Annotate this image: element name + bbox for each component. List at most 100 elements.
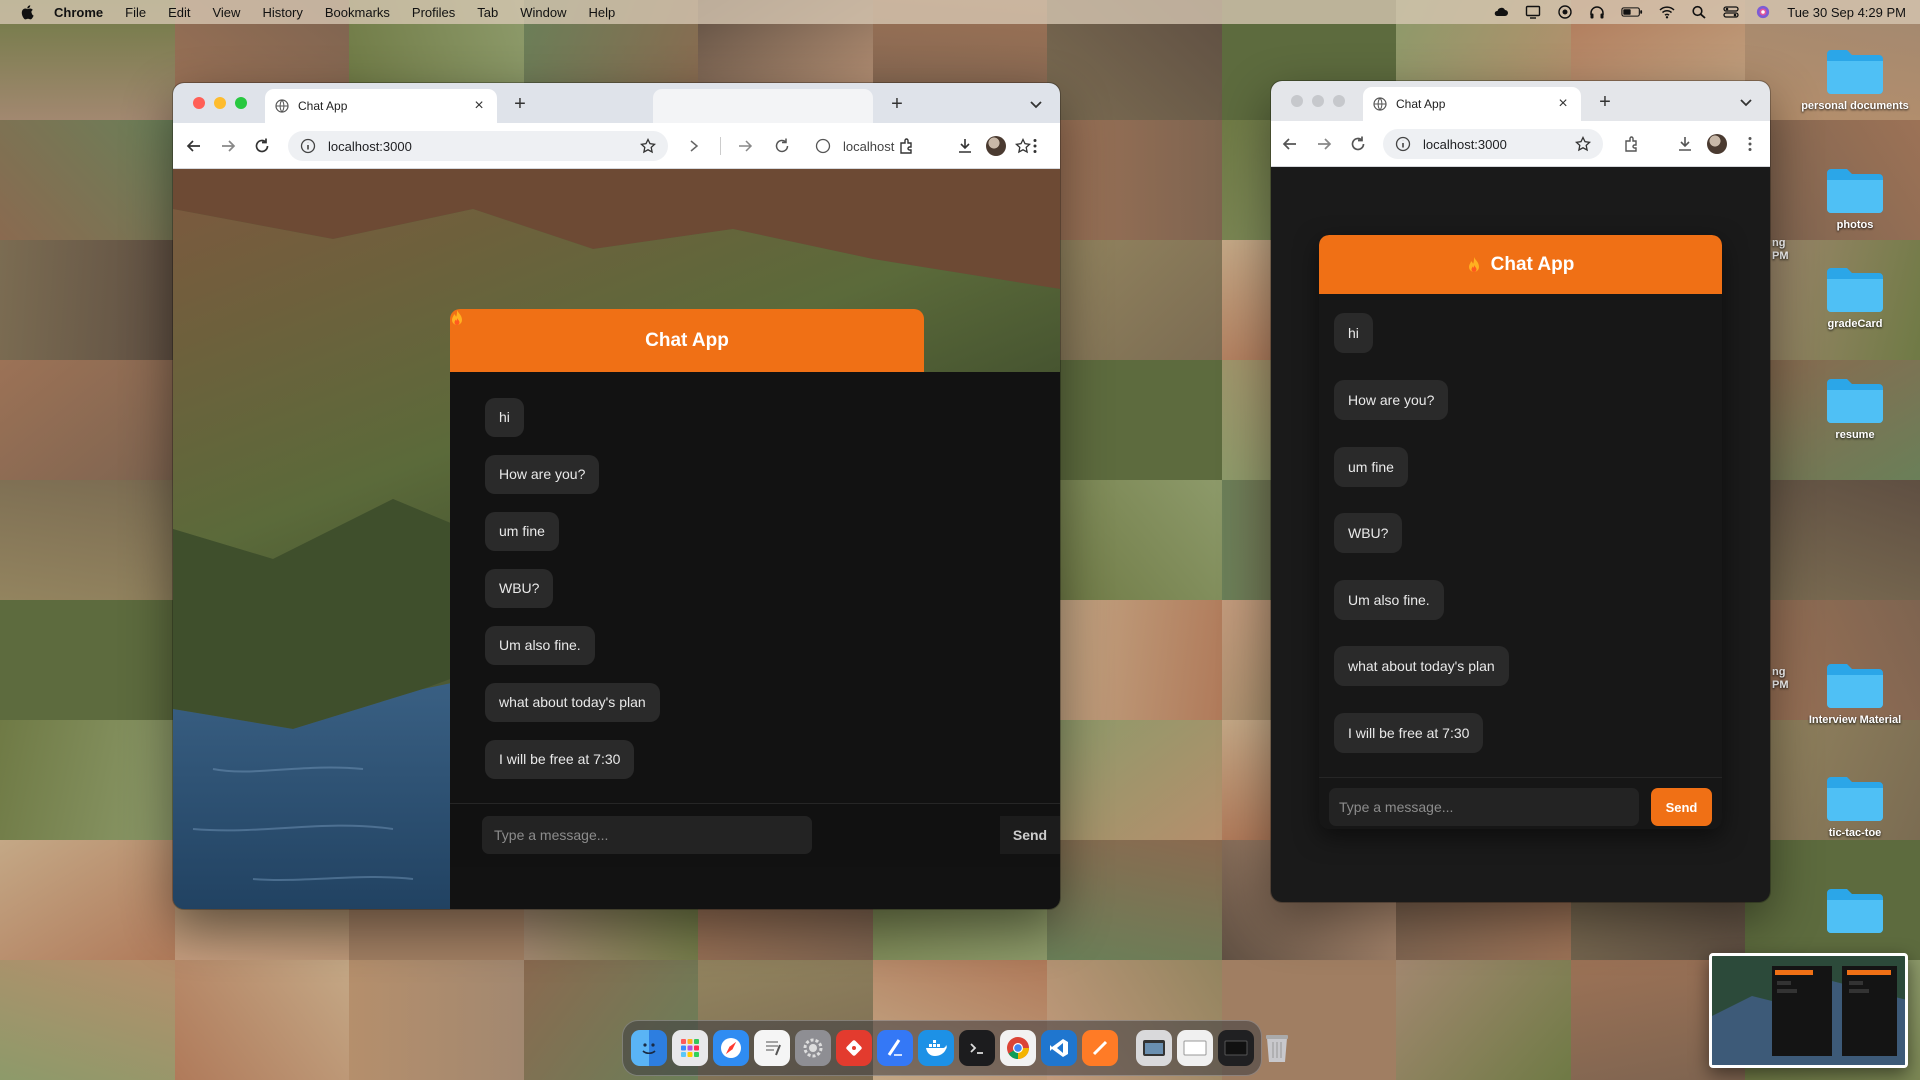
- forward-icon[interactable]: [219, 137, 237, 155]
- terminal-icon[interactable]: [959, 1030, 995, 1066]
- bookmark-star-icon[interactable]: [1575, 136, 1591, 152]
- wallpaper-tile: [1047, 120, 1222, 240]
- menu-bar-clock[interactable]: Tue 30 Sep 4:29 PM: [1787, 5, 1906, 20]
- minimize-window-button[interactable]: [214, 97, 226, 109]
- more-menu-icon[interactable]: [1741, 135, 1759, 153]
- menu-window[interactable]: Window: [520, 5, 566, 20]
- launchpad-icon[interactable]: [672, 1030, 708, 1066]
- menu-profiles[interactable]: Profiles: [412, 5, 455, 20]
- message-input[interactable]: [1329, 788, 1639, 826]
- browser-window-left: Chat App × + + localhost:3000 localhost: [173, 83, 1060, 909]
- close-tab-icon[interactable]: ×: [471, 97, 487, 115]
- desktop-folder-personal-documents[interactable]: personal documents: [1795, 46, 1915, 112]
- trash-icon[interactable]: [1259, 1030, 1295, 1066]
- download-icon[interactable]: [1676, 135, 1694, 153]
- tab-ghost[interactable]: [653, 89, 873, 123]
- siri-icon[interactable]: [1755, 5, 1771, 19]
- chevron-down-icon[interactable]: [1026, 95, 1046, 113]
- site-info-icon[interactable]: [1395, 136, 1411, 152]
- menu-bookmarks[interactable]: Bookmarks: [325, 5, 390, 20]
- cloud-icon[interactable]: [1493, 5, 1509, 19]
- close-window-button[interactable]: [1291, 95, 1303, 107]
- screen-mirror-icon[interactable]: [1525, 5, 1541, 19]
- minimize-window-button[interactable]: [1312, 95, 1324, 107]
- chat-title: Chat App: [645, 329, 729, 351]
- wallpaper-tile: [349, 960, 524, 1080]
- forward-ghost-icon[interactable]: [736, 137, 754, 155]
- address-bar-ghost[interactable]: localhost: [803, 131, 1043, 161]
- finder-icon[interactable]: [631, 1030, 667, 1066]
- battery-icon[interactable]: [1621, 5, 1643, 19]
- preview-icon[interactable]: [1136, 1030, 1172, 1066]
- close-window-button[interactable]: [193, 97, 205, 109]
- window-icon[interactable]: [1177, 1030, 1213, 1066]
- desktop-folder-unnamed[interactable]: [1795, 885, 1915, 939]
- git-icon[interactable]: [836, 1030, 872, 1066]
- back-icon[interactable]: [185, 137, 203, 155]
- more-menu-icon[interactable]: [1026, 137, 1044, 155]
- menu-file[interactable]: File: [125, 5, 146, 20]
- forward-icon[interactable]: [1315, 135, 1333, 153]
- zoom-window-button[interactable]: [1333, 95, 1345, 107]
- reload-ghost-icon[interactable]: [773, 137, 791, 155]
- control-center-icon[interactable]: [1723, 5, 1739, 19]
- desktop-folder-resume[interactable]: resume: [1795, 375, 1915, 441]
- desktop-folder-interview-material[interactable]: Interview Material: [1795, 660, 1915, 726]
- message-bubble: I will be free at 7:30: [485, 740, 635, 779]
- menu-help[interactable]: Help: [589, 5, 616, 20]
- profile-avatar[interactable]: [986, 136, 1006, 156]
- reload-icon[interactable]: [1349, 135, 1367, 153]
- record-icon[interactable]: [1557, 5, 1573, 19]
- message-input[interactable]: [482, 816, 812, 854]
- safari-icon[interactable]: [713, 1030, 749, 1066]
- send-button[interactable]: Send: [1000, 816, 1060, 854]
- site-info-icon[interactable]: [815, 138, 831, 154]
- menu-app-name[interactable]: Chrome: [54, 5, 103, 20]
- back-icon[interactable]: [1281, 135, 1299, 153]
- screenshot-thumbnail[interactable]: [1709, 953, 1908, 1068]
- textedit-icon[interactable]: [754, 1030, 790, 1066]
- menu-history[interactable]: History: [262, 5, 302, 20]
- chrome-icon[interactable]: [1000, 1030, 1036, 1066]
- apple-icon[interactable]: [20, 4, 34, 20]
- vscode-icon[interactable]: [1041, 1030, 1077, 1066]
- new-tab-button[interactable]: +: [508, 93, 532, 116]
- window-controls: [193, 97, 247, 109]
- desktop-folder-tic-tac-toe[interactable]: tic-tac-toe: [1795, 773, 1915, 839]
- desktop-folder-photos[interactable]: photos: [1795, 165, 1915, 231]
- new-tab-button[interactable]: +: [885, 93, 909, 116]
- reload-icon[interactable]: [253, 137, 271, 155]
- download-icon[interactable]: [956, 137, 974, 155]
- extensions-icon[interactable]: [898, 137, 916, 155]
- docker-icon[interactable]: [918, 1030, 954, 1066]
- system-settings-icon[interactable]: [795, 1030, 831, 1066]
- chevron-down-icon[interactable]: [1736, 93, 1756, 111]
- message-bubble: How are you?: [485, 455, 600, 494]
- xcode-icon[interactable]: [877, 1030, 913, 1066]
- new-tab-button[interactable]: +: [1593, 91, 1617, 114]
- tab-chat-app[interactable]: Chat App ×: [1363, 87, 1581, 121]
- tab-strip: Chat App × + +: [173, 83, 1060, 123]
- bookmark-star-icon[interactable]: [640, 138, 656, 154]
- send-button[interactable]: Send: [1651, 788, 1712, 826]
- address-bar[interactable]: localhost:3000: [1383, 129, 1603, 159]
- desktop-folder-gradecard[interactable]: gradeCard: [1795, 264, 1915, 330]
- site-info-icon[interactable]: [300, 138, 316, 154]
- menu-edit[interactable]: Edit: [168, 5, 190, 20]
- sublime-icon[interactable]: [1082, 1030, 1118, 1066]
- profile-avatar[interactable]: [1707, 134, 1727, 154]
- address-bar[interactable]: localhost:3000: [288, 131, 668, 161]
- menu-view[interactable]: View: [212, 5, 240, 20]
- menu-tab[interactable]: Tab: [477, 5, 498, 20]
- tab-chat-app[interactable]: Chat App ×: [265, 89, 497, 123]
- terminal-window-icon[interactable]: [1218, 1030, 1254, 1066]
- extensions-ghost-icon[interactable]: [685, 137, 703, 155]
- chat-card: Chat App hi How are you? um fine WBU? Um…: [450, 309, 1060, 909]
- close-tab-icon[interactable]: ×: [1555, 95, 1571, 113]
- extensions-icon[interactable]: [1623, 135, 1641, 153]
- wallpaper-tile: [1745, 480, 1920, 600]
- wifi-icon[interactable]: [1659, 5, 1675, 19]
- zoom-window-button[interactable]: [235, 97, 247, 109]
- headphones-icon[interactable]: [1589, 5, 1605, 19]
- search-icon[interactable]: [1691, 5, 1707, 19]
